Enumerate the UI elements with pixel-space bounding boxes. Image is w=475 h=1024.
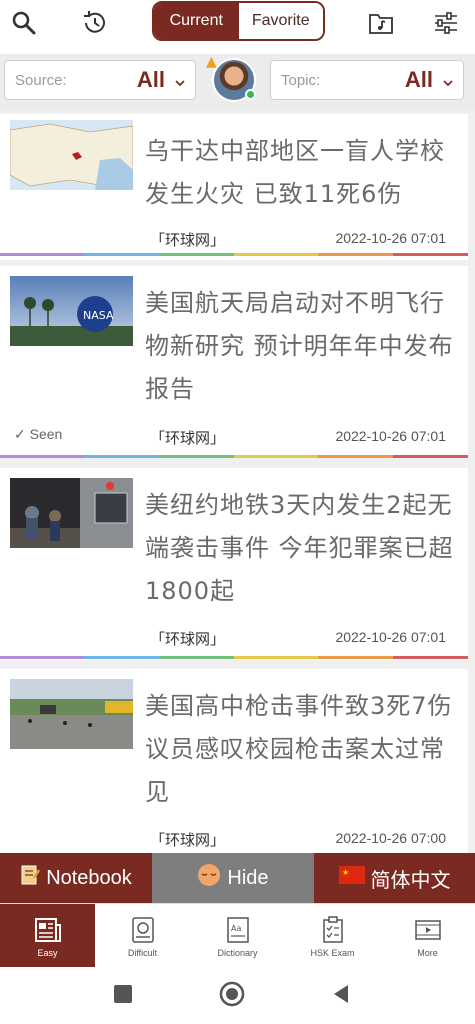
back-triangle-icon[interactable] (332, 984, 350, 1008)
card-divider (0, 455, 468, 458)
chevron-down-icon (442, 74, 454, 93)
article-source: 「环球网」 (150, 231, 226, 249)
hide-button[interactable]: Hide (152, 853, 314, 903)
source-value: All (136, 67, 165, 92)
tab-current[interactable]: Current (154, 3, 239, 39)
article-source: 「环球网」 (150, 831, 226, 849)
china-flag-icon: ★ (338, 866, 365, 890)
source-label: Source: (15, 72, 67, 89)
article-title: 乌干达中部地区一盲人学校发生火灾 已致11死6伤 (145, 137, 445, 208)
tab-label: More (417, 948, 438, 958)
article-date: 2022-10-26 07:01 (335, 230, 446, 246)
article-title: 美国高中枪击事件致3死7伤 议员感叹校园枪击案太过常见 (145, 692, 453, 806)
system-nav-bar (0, 967, 475, 1024)
newspaper-icon (33, 912, 63, 948)
article-thumbnail (10, 120, 133, 190)
crown-icon: ▲ (206, 54, 217, 70)
tab-more[interactable]: More (380, 904, 475, 967)
tab-difficult[interactable]: Difficult (95, 904, 190, 967)
article-source: 「环球网」 (150, 630, 226, 648)
notebook-icon (20, 864, 41, 892)
language-button[interactable]: ★ 简体中文 (314, 853, 475, 903)
topic-label: Topic: (281, 72, 321, 89)
notebook-button[interactable]: Notebook (0, 853, 152, 903)
avatar[interactable]: ▲ (206, 54, 256, 102)
article-card[interactable]: 乌干达中部地区一盲人学校发生火灾 已致11死6伤 「环球网」 2022-10-2… (0, 114, 468, 260)
article-date: 2022-10-26 07:01 (335, 629, 446, 645)
topic-value: All (404, 67, 433, 92)
action-bar: Notebook Hide ★ 简体中文 (0, 853, 475, 903)
article-date: 2022-10-26 07:01 (335, 428, 446, 444)
sliders-icon[interactable] (429, 6, 463, 40)
news-segment-control: Current Favorite (152, 1, 325, 41)
tab-dictionary[interactable]: Aa Dictionary (190, 904, 285, 967)
recents-square-icon[interactable] (113, 984, 133, 1008)
card-divider (0, 253, 468, 256)
history-clock-icon[interactable] (78, 6, 112, 40)
svg-text:★: ★ (342, 868, 349, 877)
article-thumbnail (10, 679, 133, 749)
tab-label: Easy (37, 948, 58, 958)
svg-text:NASA: NASA (83, 309, 114, 322)
source-dropdown[interactable]: Source: All (4, 60, 196, 100)
article-card[interactable]: NASA 美国航天局启动对不明飞行物新研究 预计明年年中发布报告 ✓ Seen … (0, 266, 468, 458)
article-thumbnail (10, 478, 133, 548)
topic-dropdown[interactable]: Topic: All (270, 60, 464, 100)
article-title: 美国航天局启动对不明飞行物新研究 预计明年年中发布报告 (145, 289, 454, 403)
hide-label: Hide (227, 866, 269, 889)
top-bar: Current Favorite (0, 0, 475, 46)
tab-label: HSK Exam (310, 948, 355, 958)
clipboard-icon (318, 912, 348, 948)
bottom-tab-bar: Easy Difficult Aa Dictionary HSK Exam Mo… (0, 903, 475, 967)
tab-favorite[interactable]: Favorite (238, 3, 323, 39)
article-card[interactable]: 美纽约地铁3天内发生2起无端袭击事件 今年犯罪案已超1800起 「环球网」 20… (0, 468, 468, 660)
tab-label: Dictionary (217, 948, 258, 958)
chevron-down-icon (174, 74, 186, 93)
dictionary-icon: Aa (223, 912, 253, 948)
seen-indicator: ✓ Seen (14, 426, 63, 442)
notebook-label: Notebook (46, 866, 132, 889)
video-icon (413, 912, 443, 948)
article-list[interactable]: 乌干达中部地区一盲人学校发生火灾 已致11死6伤 「环球网」 2022-10-2… (0, 110, 475, 902)
tab-easy[interactable]: Easy (0, 904, 95, 967)
reading-book-icon (128, 912, 158, 948)
sleep-face-icon (197, 863, 221, 893)
language-label: 简体中文 (370, 869, 451, 892)
article-date: 2022-10-26 07:00 (335, 830, 446, 846)
card-divider (0, 656, 468, 659)
search-icon[interactable] (7, 6, 41, 40)
music-folder-icon[interactable] (364, 6, 398, 40)
tab-hsk-exam[interactable]: HSK Exam (285, 904, 380, 967)
home-circle-icon[interactable] (219, 981, 245, 1011)
article-thumbnail: NASA (10, 276, 133, 346)
article-card[interactable]: 美国高中枪击事件致3死7伤 议员感叹校园枪击案太过常见 「环球网」 2022-1… (0, 669, 468, 869)
article-title: 美纽约地铁3天内发生2起无端袭击事件 今年犯罪案已超1800起 (145, 491, 454, 605)
svg-text:Aa: Aa (231, 924, 241, 933)
article-source: 「环球网」 (150, 429, 226, 447)
tab-label: Difficult (127, 948, 158, 958)
online-status-dot (245, 89, 256, 100)
